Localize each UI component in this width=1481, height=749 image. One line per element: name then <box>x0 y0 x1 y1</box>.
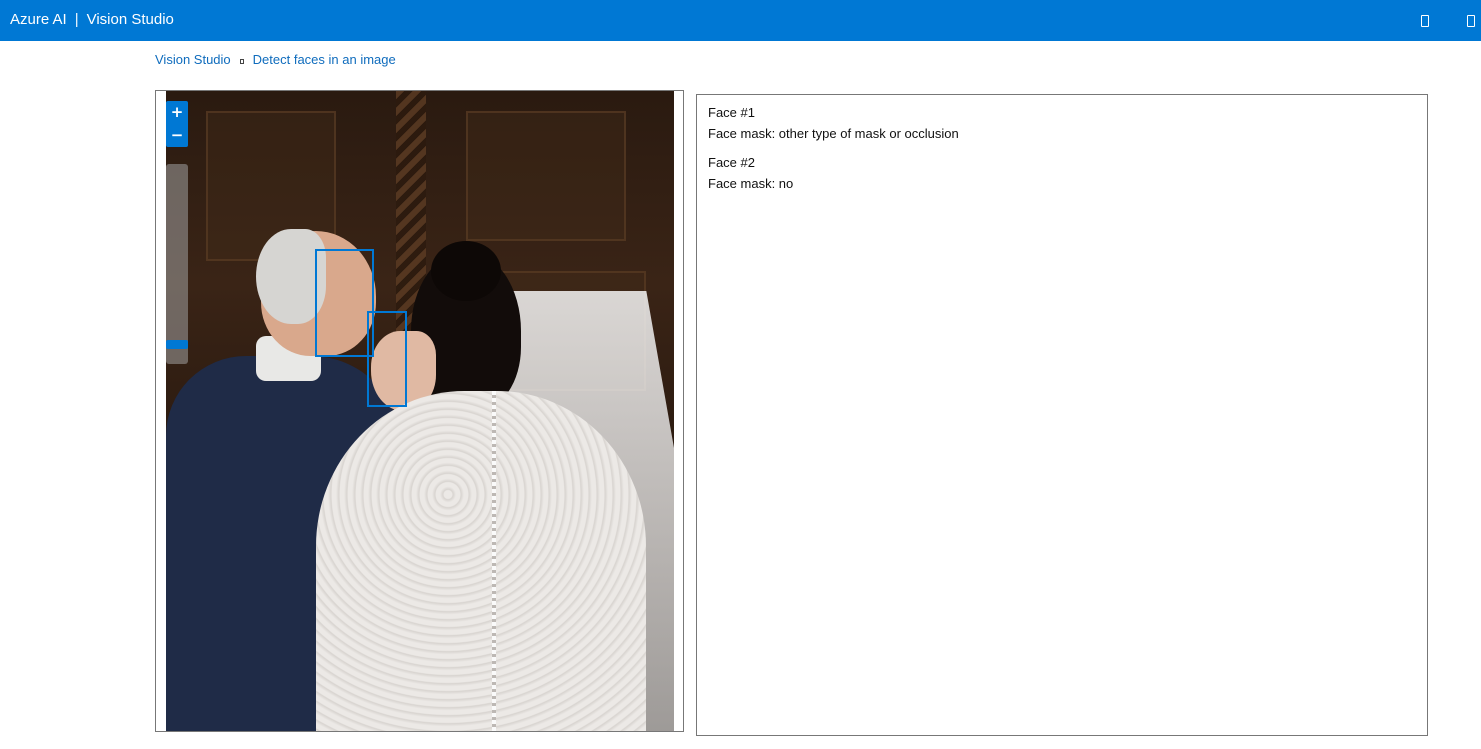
breadcrumb-vision-studio[interactable]: Vision Studio <box>155 52 231 67</box>
panel-icon[interactable] <box>1421 15 1429 27</box>
result-detail: Face mask: no <box>708 176 794 191</box>
zoom-control: + − <box>166 101 188 147</box>
breadcrumb: Vision Studio Detect faces in an image <box>155 52 396 67</box>
result-title: Face #2 <box>708 155 755 170</box>
result-detail: Face mask: other type of mask or occlusi… <box>708 126 959 141</box>
zoom-slider-thumb[interactable] <box>166 340 188 349</box>
face-box-2[interactable] <box>367 311 407 407</box>
zoom-slider[interactable] <box>166 164 188 364</box>
product-name: Vision Studio <box>86 11 174 28</box>
brand-name: Azure AI <box>10 11 67 28</box>
wood-panel <box>466 111 626 241</box>
breadcrumb-detect-faces[interactable]: Detect faces in an image <box>253 52 396 67</box>
results-panel: Face #1 Face mask: other type of mask or… <box>696 94 1428 736</box>
breadcrumb-separator-icon <box>239 58 244 64</box>
result-title: Face #1 <box>708 105 755 120</box>
top-bar: Azure AI | Vision Studio <box>0 0 1481 41</box>
image-viewer[interactable]: + − <box>155 90 684 732</box>
face-box-1[interactable] <box>315 249 374 357</box>
zoom-out-button[interactable]: − <box>166 124 188 147</box>
dress-buttons <box>492 391 496 731</box>
bride-dress <box>316 391 646 731</box>
sample-photo <box>166 91 674 731</box>
zoom-in-button[interactable]: + <box>166 101 188 124</box>
brand-separator: | <box>74 11 79 28</box>
result-item: Face #2 Face mask: no <box>708 152 1416 194</box>
result-item: Face #1 Face mask: other type of mask or… <box>708 102 1416 144</box>
bride-bun <box>431 241 501 301</box>
app-title[interactable]: Azure AI | Vision Studio <box>10 11 174 28</box>
window-icon[interactable] <box>1467 15 1475 27</box>
